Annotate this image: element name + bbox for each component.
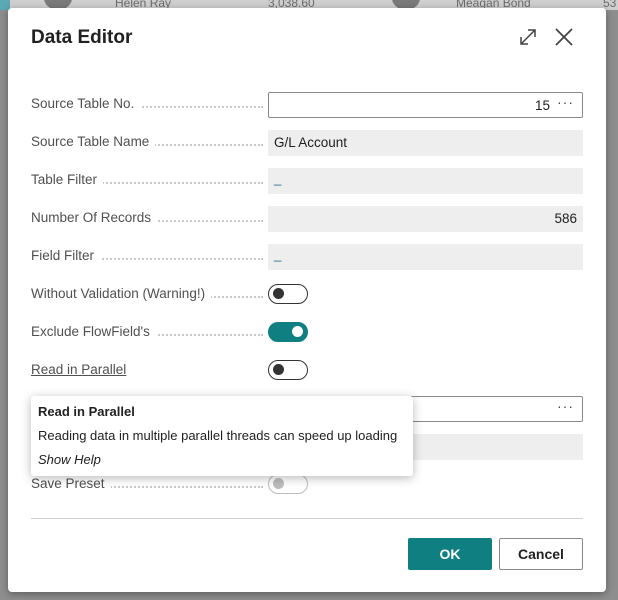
number-of-records-label: Number Of Records [31,210,263,228]
number-of-records-field: 586 [268,206,583,232]
field-filter-link[interactable]: _ [274,247,281,262]
table-filter-link[interactable]: _ [274,171,281,186]
field-filter-row: Field Filter _ [31,244,583,270]
exclude-flowfields-toggle[interactable] [268,322,308,342]
tooltip-body: Reading data in multiple parallel thread… [38,428,398,443]
without-validation-toggle[interactable] [268,284,308,304]
read-in-parallel-tooltip: Read in Parallel Reading data in multipl… [31,396,413,476]
field-filter-label: Field Filter [31,248,263,266]
source-table-name-value: G/L Account [274,135,348,150]
number-of-records-row: Number Of Records 586 [31,206,583,232]
read-in-parallel-row: Read in Parallel [31,358,583,384]
read-in-parallel-toggle[interactable] [268,360,308,380]
source-table-no-input[interactable]: 15 ··· [268,92,583,118]
toggle-knob [273,364,284,375]
table-filter-label: Table Filter [31,172,263,190]
field-filter-field: _ [268,244,583,270]
save-preset-toggle[interactable] [268,474,308,494]
without-validation-label: Without Validation (Warning!) [31,286,263,304]
exclude-flowfields-label: Exclude FlowField's [31,324,263,342]
ok-button[interactable]: OK [408,538,492,570]
cancel-button[interactable]: Cancel [499,538,583,570]
save-preset-label: Save Preset [31,476,263,494]
lookup-ellipsis-icon[interactable]: ··· [557,398,574,414]
toggle-knob [292,326,303,337]
source-table-no-row: Source Table No. 15 ··· [31,92,583,118]
close-icon[interactable] [553,26,575,48]
exclude-flowfields-row: Exclude FlowField's [31,320,583,346]
show-help-link[interactable]: Show Help [38,452,101,467]
source-table-name-row: Source Table Name G/L Account [31,130,583,156]
read-in-parallel-label[interactable]: Read in Parallel [31,362,263,380]
source-table-no-value: 15 [534,98,550,113]
table-filter-row: Table Filter _ [31,168,583,194]
source-table-no-label: Source Table No. [31,96,263,114]
toggle-knob [273,288,284,299]
toggle-knob [273,478,284,489]
tooltip-title: Read in Parallel [38,404,135,419]
source-table-name-field: G/L Account [268,130,583,156]
footer-divider [31,518,583,519]
expand-icon[interactable] [517,26,539,48]
lookup-ellipsis-icon[interactable]: ··· [557,94,574,110]
data-editor-dialog: Data Editor Source Table No. 15 ··· Sour… [8,8,606,592]
source-table-name-label: Source Table Name [31,134,263,152]
dialog-title: Data Editor [31,27,133,48]
table-filter-field: _ [268,168,583,194]
number-of-records-value: 586 [554,211,577,226]
without-validation-row: Without Validation (Warning!) [31,282,583,308]
